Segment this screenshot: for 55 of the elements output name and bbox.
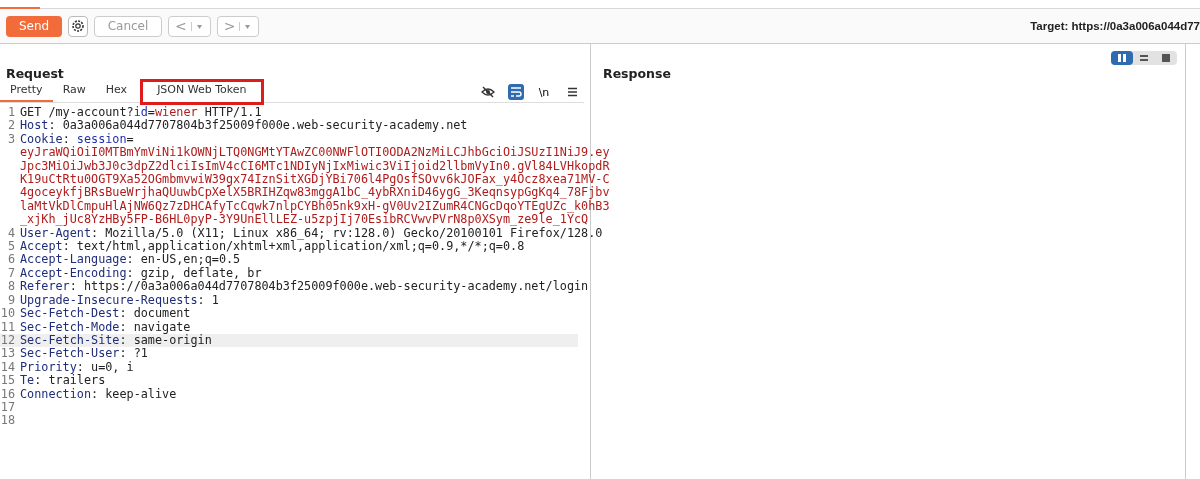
code-line: Sec-Fetch-User: ?1 [20, 347, 148, 361]
line-number: 11 [0, 320, 16, 334]
panel-title: Request [5, 65, 65, 80]
gear-icon [71, 19, 85, 33]
code-line: Connection: keep-alive [20, 387, 177, 401]
code-line: Referer: https://0a3a006a044d7707804b3f25009f000e.web-security-academy.net/login [20, 280, 589, 294]
target-url: Target: https://0a3a006a044d77 [1030, 20, 1200, 32]
line-number: 6 [6, 253, 16, 267]
code-line: _xjKh_jUc8YzHBy5FP-B6HL0pyP-3Y9UnEllLEZ-u5zpjIj70EsibRCVwvPVrN8p0XSym_ze9le_1YcQ [20, 213, 589, 227]
code-line: Sec-Fetch-Dest: document [20, 307, 191, 321]
code-line: K19uCtRtu0OGT9Xa52OGmbmvwiW39gx74IznSitXGDjYBi706l4PgOsfSOvv6kJOFax_y4Ocz8xea71MV-C [20, 173, 610, 187]
line-number: 8 [6, 280, 16, 294]
code-line: Accept-Encoding: gzip, deflate, br [20, 266, 262, 281]
wrap-icon[interactable] [508, 84, 524, 100]
view-tab[interactable]: Hex [95, 82, 138, 102]
code-line: Upgrade-Insecure-Requests: 1 [20, 293, 219, 308]
code-line: Te: trailers [20, 374, 106, 388]
code-line: Sec-Fetch-Site: same-origin [20, 333, 212, 347]
view-tab[interactable]: JSON Web Token [143, 82, 261, 102]
code-line: GET /my-account?id=wiener HTTP/1.1 [20, 106, 262, 119]
line-number: 16 [0, 387, 16, 401]
panel-title: Response [603, 66, 671, 81]
hide-icon[interactable] [480, 84, 496, 100]
line-number: 13 [0, 347, 16, 361]
line-number: 7 [6, 266, 16, 281]
line-number: 15 [0, 374, 16, 388]
code-line: Jpc3MiOiJwb3J0c3dpZ2dlciIsImV4cCI6MTc1NDIyNjIxMiwic3ViIjoid2llbmVyIn0.gVl84LVHkopdR [20, 159, 610, 174]
settings-button[interactable] [68, 15, 88, 37]
code-line: Accept-Language: en-US,en;q=0.5 [20, 253, 241, 267]
code-line: Sec-Fetch-Mode: navigate [20, 320, 191, 334]
columns-icon[interactable] [1111, 51, 1133, 65]
line-number: 18 [0, 414, 16, 428]
line-number: 2 [6, 119, 16, 133]
line-number: 3 [6, 132, 16, 147]
line-number: 14 [0, 360, 16, 375]
line-number: 1 [6, 106, 16, 120]
line-number: 12 [0, 333, 16, 348]
newline-toggle[interactable]: \n [536, 84, 552, 100]
code-line: Cookie: session= [20, 132, 134, 146]
caret-icon [190, 21, 204, 31]
code-line: eyJraWQiOiI0MTBmYmViNi1kOWNjLTQ0NGMtYTAwZC00NWFlOTI0ODA2NzMiLCJhbGciOiJSUzI1NiJ9.ey [20, 146, 610, 160]
code-line: Host: 0a3a006a044d7707804b3f25009f000e.web-security-academy.net [20, 119, 468, 133]
caret-icon [239, 21, 253, 31]
line-number: 5 [6, 240, 16, 254]
code-line: Priority: u=0, i [20, 360, 134, 375]
line-number: 10 [0, 307, 16, 321]
line-number: 4 [6, 226, 16, 241]
view-tab[interactable]: Pretty [0, 82, 53, 102]
code-line: User-Agent: Mozilla/5.0 (X11; Linux x86_64; rv:128.0) Gecko/20100101 Firefox/128.0 [20, 226, 603, 241]
line-number: 17 [0, 400, 16, 415]
view-tab[interactable]: Raw [52, 82, 96, 102]
code-line: 4goceykfjBRsBueWrjhaQUuwbCpXelX5BRIHZqw83mggA1bC_4ybRXniD46ygG_3KeqnsypGgKq4_78Fjbv [20, 186, 610, 200]
line-number: 9 [6, 293, 16, 308]
code-line: Accept: text/html,application/xhtml+xml,application/xml;q=0.9,*/*;q=0.8 [20, 240, 525, 254]
code-line: laMtVkDlCmpuHlAjNW6Qz7zDHCAfyTcCqwk7nlpCYBh05nk9xH-gV0Uv2IZumR4CNGcDqoYTEgUZc_k0hB3 [20, 199, 610, 214]
